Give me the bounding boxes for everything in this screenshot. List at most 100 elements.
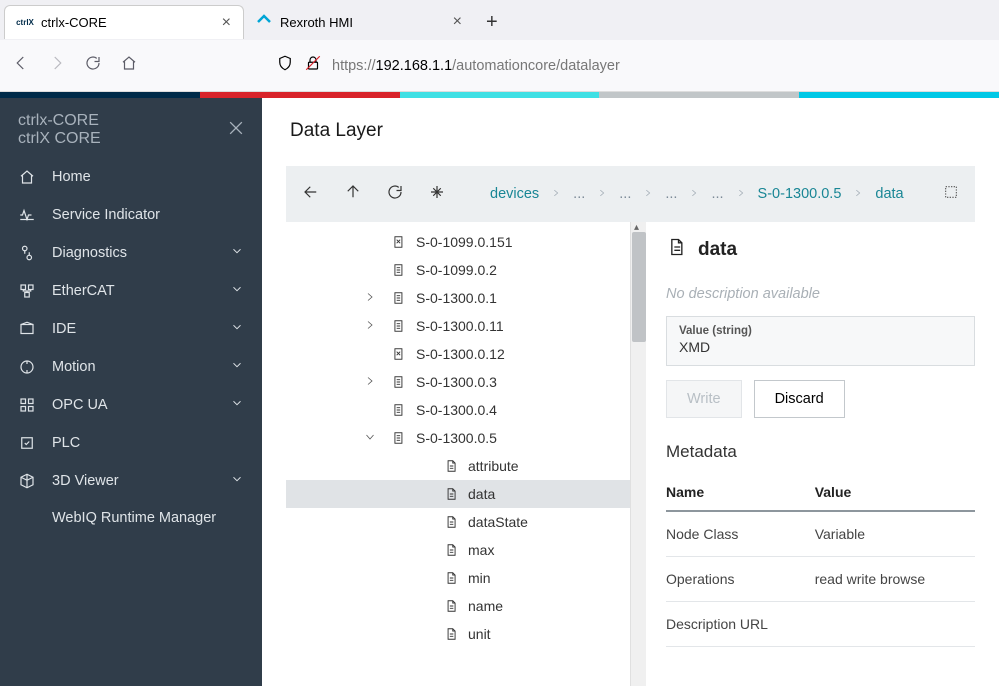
detail-pane: data No description available Value (str… (646, 222, 975, 686)
tree-node[interactable]: S-0-1300.0.11 (286, 312, 630, 340)
tree-node[interactable]: S-0-1300.0.3 (286, 368, 630, 396)
url-text: https://192.168.1.1/automationcore/datal… (332, 58, 620, 74)
detail-description: No description available (666, 286, 975, 302)
meta-name: Description URL (666, 602, 815, 647)
tree-pane: S-0-1099.0.151S-0-1099.0.2S-0-1300.0.1S-… (286, 222, 646, 686)
file-icon (444, 598, 458, 614)
scrollbar[interactable]: ▴ (630, 222, 646, 686)
back-button[interactable] (12, 54, 30, 77)
tree-node[interactable]: S-0-1300.0.4 (286, 396, 630, 424)
tree-node[interactable]: data (286, 480, 630, 508)
breadcrumb-item[interactable]: ... (619, 186, 631, 202)
sidebar-item-ide[interactable]: IDE (0, 310, 262, 348)
favicon-rexroth (256, 14, 272, 30)
detail-title: data (698, 239, 737, 261)
tree-node[interactable]: name (286, 592, 630, 620)
breadcrumb-item[interactable]: ... (573, 186, 585, 202)
file-icon (444, 486, 458, 502)
sidebar-item-service-indicator[interactable]: Service Indicator (0, 196, 262, 234)
expand-icon[interactable] (943, 184, 959, 205)
nav-back-icon[interactable] (302, 183, 320, 206)
sidebar-label: Service Indicator (52, 207, 160, 223)
tree-node[interactable]: max (286, 536, 630, 564)
sidebar-label: Motion (52, 359, 96, 375)
tree-node[interactable]: min (286, 564, 630, 592)
tree-label: S-0-1300.0.12 (416, 346, 505, 362)
nav-buttons (12, 54, 138, 77)
tree-label: S-0-1300.0.3 (416, 374, 497, 390)
tree-node[interactable]: S-0-1300.0.5 (286, 424, 630, 452)
tree-label: attribute (468, 458, 519, 474)
meta-value: read write browse (815, 557, 975, 602)
sidebar-icon (18, 206, 36, 224)
reload-button[interactable] (84, 54, 102, 77)
sidebar-label: Diagnostics (52, 245, 127, 261)
sidebar-close-icon[interactable] (226, 118, 246, 143)
tree-label: max (468, 542, 494, 558)
sidebar-item-opc-ua[interactable]: OPC UA (0, 386, 262, 424)
tree-node[interactable]: unit (286, 620, 630, 648)
file-icon (392, 374, 406, 390)
breadcrumb-item[interactable]: ... (711, 186, 723, 202)
breadcrumb-item[interactable]: S-0-1300.0.5 (758, 186, 842, 202)
sidebar-item-home[interactable]: Home (0, 158, 262, 196)
tree-node[interactable]: S-0-1099.0.2 (286, 256, 630, 284)
breadcrumb-item[interactable]: data (875, 186, 903, 202)
tree-label: S-0-1099.0.151 (416, 234, 513, 250)
sidebar-title-1: ctrlx-CORE (18, 112, 244, 130)
sidebar-item-ethercat[interactable]: EtherCAT (0, 272, 262, 310)
chevron-right-icon (643, 186, 653, 202)
browser-tab[interactable]: Rexroth HMI × (244, 5, 474, 39)
detail-header: data (666, 236, 975, 264)
tab-title: ctrlx-CORE (41, 15, 107, 30)
file-icon (444, 570, 458, 586)
value-box: Value (string) XMD (666, 316, 975, 366)
sidebar-label: PLC (52, 435, 80, 451)
favicon-ctrlx: ctrlX (17, 15, 33, 31)
sparkle-icon[interactable] (428, 183, 446, 206)
chevron-down-icon (364, 430, 382, 446)
table-row: Operationsread write browse (666, 557, 975, 602)
breadcrumb-item[interactable]: devices (490, 186, 539, 202)
url-bar[interactable]: https://192.168.1.1/automationcore/datal… (264, 49, 987, 83)
tree-node[interactable]: S-0-1300.0.1 (286, 284, 630, 312)
sidebar-item-plc[interactable]: PLC (0, 424, 262, 462)
meta-name: Node Class (666, 511, 815, 557)
shield-icon (276, 54, 294, 77)
sidebar-item-webiq-runtime-manager[interactable]: WebIQ Runtime Manager (0, 500, 262, 536)
chevron-down-icon (230, 282, 244, 300)
tree-node[interactable]: dataState (286, 508, 630, 536)
nav-bar: https://192.168.1.1/automationcore/datal… (0, 40, 999, 92)
nav-up-icon[interactable] (344, 183, 362, 206)
chevron-down-icon (230, 358, 244, 376)
sidebar-label: Home (52, 169, 91, 185)
sidebar-item-3d-viewer[interactable]: 3D Viewer (0, 462, 262, 500)
sidebar-icon (18, 358, 36, 376)
close-icon[interactable]: × (222, 14, 231, 32)
refresh-icon[interactable] (386, 183, 404, 206)
sidebar-item-motion[interactable]: Motion (0, 348, 262, 386)
sidebar-item-diagnostics[interactable]: Diagnostics (0, 234, 262, 272)
sidebar-icon (18, 282, 36, 300)
breadcrumb-item[interactable]: ... (665, 186, 677, 202)
discard-button[interactable]: Discard (754, 380, 845, 418)
close-icon[interactable]: × (453, 13, 462, 31)
tree-label: S-0-1300.0.5 (416, 430, 497, 446)
sidebar: ctrlx-CORE ctrlX CORE HomeService Indica… (0, 98, 262, 686)
metadata-table: Name Value Node ClassVariableOperationsr… (666, 474, 975, 647)
tree-node[interactable]: S-0-1300.0.12 (286, 340, 630, 368)
chevron-down-icon (230, 244, 244, 262)
tree-label: dataState (468, 514, 528, 530)
new-tab-button[interactable]: + (474, 11, 510, 34)
table-row: Description URL (666, 602, 975, 647)
file-icon (392, 318, 406, 334)
forward-button[interactable] (48, 54, 66, 77)
tree-node[interactable]: attribute (286, 452, 630, 480)
tree-label: unit (468, 626, 491, 642)
scroll-thumb[interactable] (632, 232, 646, 342)
chevron-right-icon (597, 186, 607, 202)
tree-node[interactable]: S-0-1099.0.151 (286, 228, 630, 256)
sidebar-icon (18, 244, 36, 262)
browser-tab-active[interactable]: ctrlX ctrlx-CORE × (4, 5, 244, 39)
home-button[interactable] (120, 54, 138, 77)
